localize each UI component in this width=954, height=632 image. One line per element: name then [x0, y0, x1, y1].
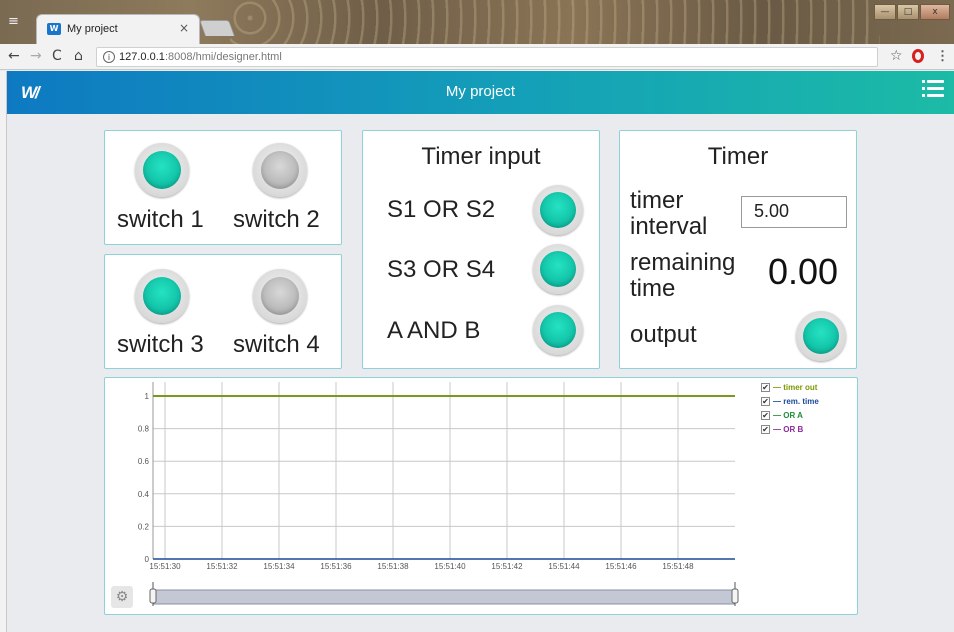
s3-or-s4-indicator	[533, 244, 583, 294]
new-tab-button[interactable]	[199, 20, 235, 36]
s1-or-s2-label: S1 OR S2	[387, 196, 496, 223]
app-header: W/ My project	[7, 71, 954, 114]
legend-item[interactable]: ✔ — OR B	[761, 422, 819, 436]
timer-interval-label-line1: timer	[630, 187, 684, 214]
browser-titlebar: ≡ W My project × — □ x	[0, 0, 954, 44]
legend-label: — timer out	[773, 382, 818, 392]
legend-checkbox[interactable]: ✔	[761, 424, 770, 434]
reload-button[interactable]: C	[52, 48, 62, 64]
maximize-button[interactable]: □	[897, 4, 919, 20]
legend-checkbox[interactable]: ✔	[761, 410, 770, 420]
legend-label: — rem. time	[773, 396, 819, 406]
chart-legend: ✔ — timer out ✔ — rem. time ✔ — OR A ✔ — OR B	[761, 380, 819, 436]
legend-label: — OR B	[773, 424, 804, 434]
x-tick-label: 15:51:30	[149, 562, 181, 571]
tab-close-icon[interactable]: ×	[179, 21, 189, 35]
range-slider-right-handle[interactable]	[731, 588, 739, 604]
timer-interval-label-line2: interval	[630, 213, 708, 240]
titlebar-decoration	[230, 0, 880, 44]
plot-area	[153, 382, 735, 559]
bookmark-star-icon[interactable]: ☆	[890, 48, 903, 64]
x-tick-label: 15:51:44	[548, 562, 580, 571]
y-tick-label: 0.2	[138, 522, 150, 531]
minimize-button[interactable]: —	[874, 4, 896, 20]
switch-4-button[interactable]	[253, 269, 307, 323]
range-slider-track	[152, 589, 736, 605]
back-button[interactable]: ←	[8, 48, 20, 64]
y-tick-label: 0.8	[138, 425, 150, 434]
window-controls: — □ x	[874, 4, 950, 20]
opera-icon[interactable]	[912, 49, 924, 63]
list-menu-icon[interactable]	[922, 80, 944, 100]
remaining-time-label-line2: time	[630, 275, 676, 302]
x-tick-label: 15:51:32	[206, 562, 238, 571]
switch-1-button[interactable]	[135, 143, 189, 197]
trend-chart-card: 0 0.2 0.4 0.6 0.8 1 15:51:30 15:51:32 15:51:34 15…	[104, 377, 858, 615]
remaining-time-value: 0.00	[768, 251, 839, 292]
browser-tab[interactable]: W My project ×	[36, 14, 200, 44]
window-left-edge	[0, 71, 7, 632]
tab-title: My project	[67, 23, 118, 35]
switches-card-1: switch 1 switch 2	[104, 130, 342, 245]
x-tick-label: 15:51:42	[491, 562, 523, 571]
x-tick-label: 15:51:46	[605, 562, 637, 571]
browser-menu-icon[interactable]: ⋮	[936, 48, 949, 64]
legend-item[interactable]: ✔ — rem. time	[761, 394, 819, 408]
range-slider-left-handle[interactable]	[149, 588, 157, 604]
close-window-button[interactable]: x	[920, 4, 950, 20]
output-indicator	[796, 311, 846, 361]
x-tick-label: 15:51:38	[377, 562, 409, 571]
app-title: My project	[445, 83, 516, 100]
timer-title: Timer	[707, 143, 769, 170]
incognito-icon: ≡	[8, 14, 19, 29]
switch-3-label: switch 3	[117, 331, 204, 358]
y-tick-label: 0.4	[138, 490, 150, 499]
timer-card: Timer timer interval 5.00 remaining time…	[619, 130, 857, 369]
site-info-icon[interactable]: i	[103, 51, 115, 63]
switch-1-label: switch 1	[117, 206, 204, 233]
switch-4-label: switch 4	[233, 331, 320, 358]
legend-checkbox[interactable]: ✔	[761, 396, 770, 406]
address-bar: ← → C ⌂ i 127.0.0.1 :8008/hmi/designer.h…	[0, 44, 954, 70]
trend-chart[interactable]: 00.20.40.60.8115:51:30 15:51:32 15:51:34 15…	[105, 378, 857, 614]
s3-or-s4-label: S3 OR S4	[387, 256, 496, 283]
url-host: 127.0.0.1	[119, 51, 165, 63]
y-tick-label: 0.6	[138, 457, 150, 466]
url-input[interactable]: i 127.0.0.1 :8008/hmi/designer.html	[96, 47, 878, 67]
legend-item[interactable]: ✔ — OR A	[761, 408, 819, 422]
x-tick-label: 15:51:34	[263, 562, 295, 571]
switches-card-2: switch 3 switch 4	[104, 254, 342, 369]
switch-2-label: switch 2	[233, 206, 320, 233]
legend-item[interactable]: ✔ — timer out	[761, 380, 819, 394]
s1-or-s2-indicator	[533, 185, 583, 235]
output-label: output	[630, 321, 697, 348]
remaining-time-label-line1: remaining	[630, 249, 736, 276]
legend-checkbox[interactable]: ✔	[761, 382, 770, 392]
url-path: :8008/hmi/designer.html	[165, 51, 282, 63]
y-tick-label: 1	[145, 392, 150, 401]
x-tick-label: 15:51:36	[320, 562, 352, 571]
a-and-b-indicator	[533, 305, 583, 355]
timer-input-card: Timer input S1 OR S2 S3 OR S4 A AND B	[362, 130, 600, 369]
switch-3-button[interactable]	[135, 269, 189, 323]
forward-button[interactable]: →	[30, 48, 42, 64]
x-tick-label: 15:51:48	[662, 562, 694, 571]
timer-interval-input[interactable]: 5.00	[741, 196, 847, 228]
timer-input-title: Timer input	[421, 143, 541, 170]
tab-favicon-icon: W	[47, 23, 61, 35]
legend-label: — OR A	[773, 410, 803, 420]
a-and-b-label: A AND B	[387, 317, 481, 344]
home-button[interactable]: ⌂	[74, 48, 83, 64]
switch-2-button[interactable]	[253, 143, 307, 197]
chart-settings-icon[interactable]: ⚙	[111, 586, 133, 608]
x-tick-label: 15:51:40	[434, 562, 466, 571]
